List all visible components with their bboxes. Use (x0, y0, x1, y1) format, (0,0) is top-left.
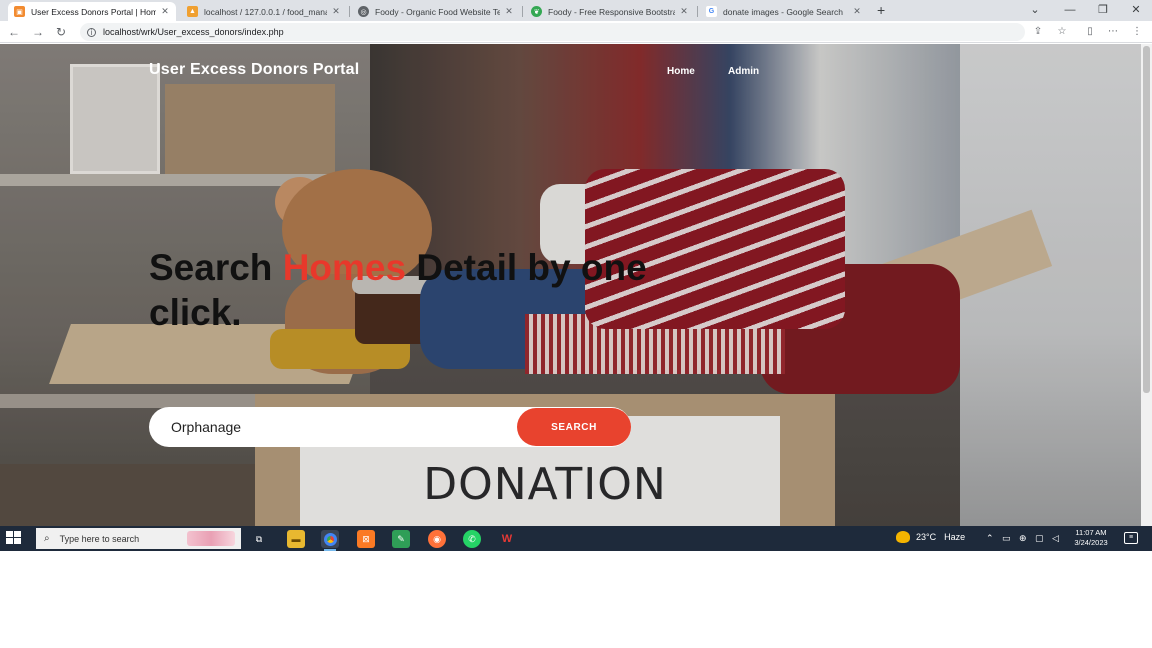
file-explorer-icon[interactable]: ▬ (287, 530, 305, 548)
taskbar-search[interactable]: ⌕ Type here to search (36, 528, 241, 549)
windows-start-icon[interactable] (6, 531, 22, 546)
search-form: SEARCH (149, 407, 631, 447)
phpmyadmin-favicon-icon: ▲ (187, 6, 198, 17)
tab-separator (697, 6, 698, 17)
search-icon: ⌕ (44, 533, 50, 544)
nav-home-link[interactable]: Home (667, 66, 695, 77)
xampp-icon[interactable]: ⊠ (357, 530, 375, 548)
weather-condition: Haze (944, 532, 966, 542)
clock-date: 3/24/2023 (1074, 538, 1108, 547)
weather-widget[interactable]: 23°C Haze (896, 531, 965, 543)
display-icon[interactable]: ▢ (1035, 533, 1044, 544)
minimize-icon[interactable]: — (1055, 2, 1085, 19)
chrome-icon[interactable] (321, 530, 339, 551)
url-text: localhost/wrk/User_excess_donors/index.p… (103, 27, 284, 37)
tab-separator (522, 6, 523, 17)
close-tab-icon[interactable]: ✕ (504, 6, 514, 17)
leaf-favicon-icon: ❦ (531, 6, 542, 17)
side-panel-icon[interactable]: ▯ (1083, 25, 1097, 39)
search-highlight-image (187, 531, 235, 546)
address-bar[interactable]: i localhost/wrk/User_excess_donors/index… (80, 23, 1025, 41)
network-icon[interactable]: ⊕ (1019, 533, 1027, 544)
globe-favicon-icon: ◎ (358, 6, 369, 17)
tab-title: User Excess Donors Portal | Home (31, 6, 156, 17)
wps-icon[interactable]: W (498, 530, 516, 548)
whatsapp-icon[interactable]: ✆ (463, 530, 481, 548)
chevron-down-icon[interactable]: ⌄ (1020, 2, 1050, 19)
search-input[interactable] (149, 407, 519, 447)
weather-icon (896, 531, 910, 543)
reload-icon[interactable]: ↻ (53, 24, 69, 40)
volume-icon[interactable]: ◁ (1052, 533, 1059, 544)
tab-title: Foody - Free Responsive Bootstrap (548, 6, 675, 17)
battery-icon[interactable]: ▭ (1002, 533, 1011, 544)
scrollbar[interactable] (1141, 44, 1152, 526)
taskbar-search-placeholder: Type here to search (59, 533, 140, 544)
share-icon[interactable]: ⇪ (1031, 25, 1045, 39)
web-page: DONATION User Excess Donors Portal Home … (0, 44, 1141, 526)
hero-heading: Search Homes Detail by one click. (149, 245, 669, 335)
hero-heading-highlight: Homes (282, 247, 407, 288)
windows-taskbar: ⌕ Type here to search ⧉ ▬ ⊠ ✎ ◉ ✆ W 23°C… (0, 526, 1152, 551)
close-tab-icon[interactable]: ✕ (852, 6, 862, 17)
info-icon[interactable]: i (87, 27, 96, 37)
tab-title: donate images - Google Search (723, 6, 844, 17)
notification-icon[interactable]: ≡ (1124, 532, 1138, 544)
tab-home[interactable]: ▣ User Excess Donors Portal | Home ✕ (8, 2, 176, 21)
tab-title: Foody - Organic Food Website Template (375, 6, 500, 17)
firefox-icon[interactable]: ◉ (428, 530, 446, 548)
close-tab-icon[interactable]: ✕ (160, 6, 170, 17)
profile-icon[interactable]: ⋯ (1104, 25, 1122, 39)
tab-foody[interactable]: ◎ Foody - Organic Food Website Template … (352, 2, 520, 21)
tab-title: localhost / 127.0.0.1 / food_management (204, 6, 327, 17)
back-icon[interactable]: ← (6, 24, 22, 40)
google-favicon-icon: G (706, 6, 717, 17)
tab-phpmyadmin[interactable]: ▲ localhost / 127.0.0.1 / food_managemen… (181, 2, 347, 21)
browser-tab-strip: ▣ User Excess Donors Portal | Home ✕ ▲ l… (0, 0, 1152, 21)
tab-google-search[interactable]: G donate images - Google Search ✕ (700, 2, 868, 21)
notepad-icon[interactable]: ✎ (392, 530, 410, 548)
chevron-up-icon[interactable]: ⌃ (986, 533, 994, 544)
restore-icon[interactable]: ❐ (1088, 2, 1118, 19)
scrollbar-thumb[interactable] (1143, 46, 1150, 393)
tab-foody-bootstrap[interactable]: ❦ Foody - Free Responsive Bootstrap ✕ (525, 2, 695, 21)
site-brand[interactable]: User Excess Donors Portal (149, 61, 359, 79)
menu-icon[interactable]: ⋮ (1130, 25, 1144, 39)
forward-icon[interactable]: → (30, 24, 46, 40)
new-tab-button[interactable]: + (877, 3, 885, 17)
tab-separator (349, 6, 350, 17)
bookmark-star-icon[interactable]: ☆ (1055, 25, 1069, 39)
close-tab-icon[interactable]: ✕ (679, 6, 689, 17)
hero-heading-start: Search (149, 247, 283, 288)
close-tab-icon[interactable]: ✕ (331, 6, 341, 17)
close-window-icon[interactable]: ✕ (1121, 2, 1151, 19)
screen: ▣ User Excess Donors Portal | Home ✕ ▲ l… (0, 0, 1152, 551)
site-favicon-icon: ▣ (14, 6, 25, 17)
search-button[interactable]: SEARCH (517, 408, 631, 446)
clock-time: 11:07 AM (1075, 528, 1107, 537)
weather-temp: 23°C (916, 532, 937, 542)
taskbar-clock[interactable]: 11:07 AM 3/24/2023 (1066, 528, 1116, 548)
nav-admin-link[interactable]: Admin (728, 66, 759, 77)
browser-toolbar: ← → ↻ i localhost/wrk/User_excess_donors… (0, 21, 1152, 43)
task-view-icon[interactable]: ⧉ (250, 530, 268, 548)
